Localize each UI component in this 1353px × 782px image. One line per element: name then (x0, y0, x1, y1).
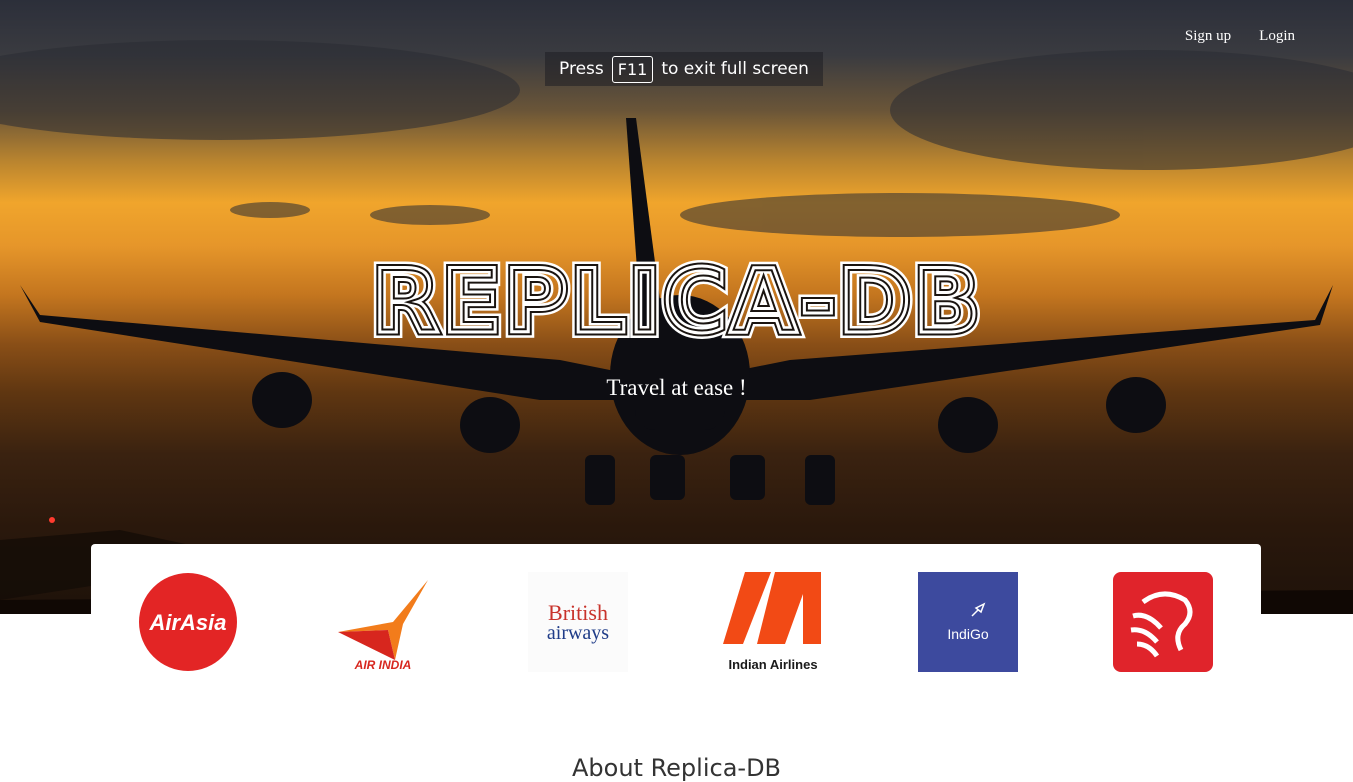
about-heading: About Replica-DB (571, 754, 782, 782)
top-nav: Sign up Login (1185, 28, 1295, 45)
airasia-logo-text: AirAsia (148, 610, 226, 635)
signup-link[interactable]: Sign up (1185, 28, 1231, 45)
f11-key: F11 (611, 55, 654, 83)
site-title-outline-inner: REPLICA-DB (371, 250, 982, 352)
login-link[interactable]: Login (1259, 28, 1295, 45)
fullscreen-hint-prefix: Press (559, 59, 604, 79)
air-india-logo-text: AIR INDIA (354, 658, 412, 672)
air-india-logo[interactable]: AIR INDIA (333, 572, 433, 672)
indian-airlines-logo[interactable]: Indian Airlines (723, 572, 823, 672)
lion-air-logo[interactable] (1113, 572, 1213, 672)
indigo-plane-icon (971, 602, 986, 617)
site-title: REPLICA-DB REPLICA-DB REPLICA-DB (0, 232, 1353, 359)
airline-logos-card: AirAsia AIR INDIA British airways Indian… (91, 544, 1261, 694)
british-airways-logo[interactable]: British airways (528, 572, 628, 672)
fullscreen-hint-suffix: to exit full screen (661, 59, 809, 79)
indigo-logo-text: IndiGo (947, 626, 988, 642)
hero-banner: Sign up Login Press F11 to exit full scr… (0, 0, 1353, 614)
fullscreen-hint: Press F11 to exit full screen (545, 52, 823, 86)
indigo-logo[interactable]: IndiGo (918, 572, 1018, 672)
tagline: Travel at ease ! (606, 375, 747, 400)
indian-airlines-logo-text: Indian Airlines (728, 657, 817, 672)
british-airways-text-2: airways (547, 622, 609, 644)
airasia-logo[interactable]: AirAsia (138, 572, 238, 672)
